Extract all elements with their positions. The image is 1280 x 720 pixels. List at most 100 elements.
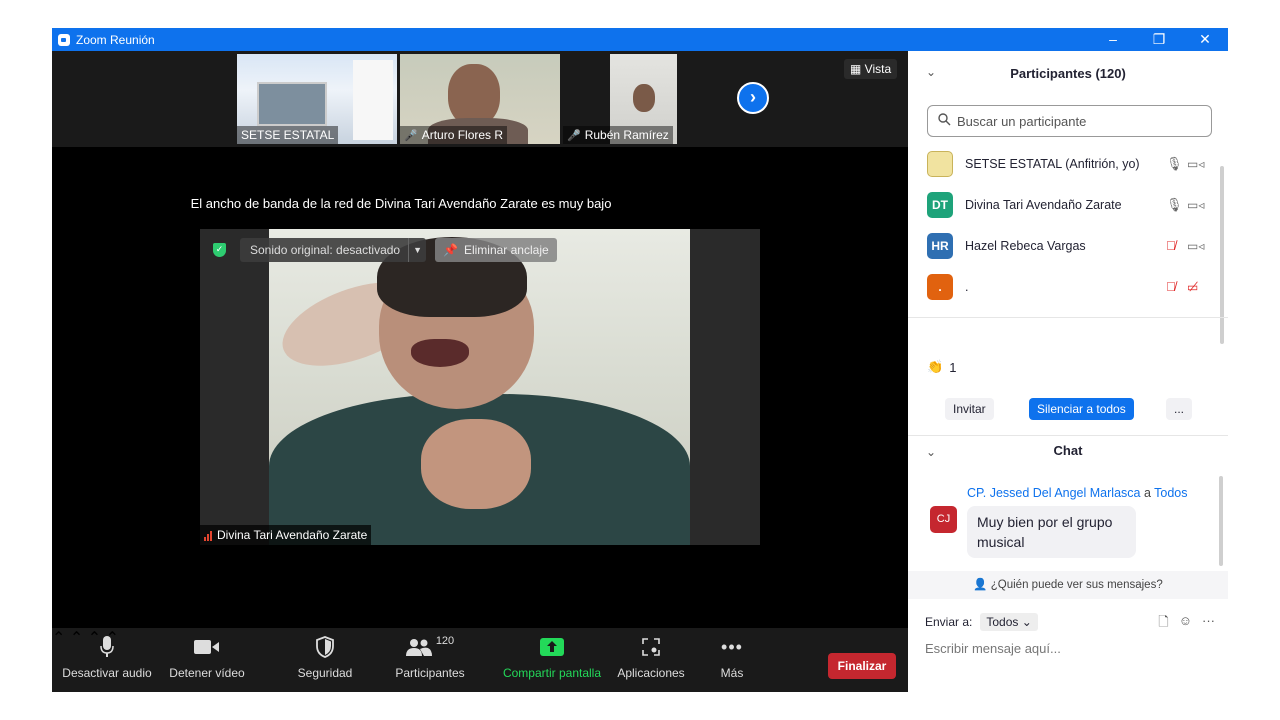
avatar — [927, 314, 953, 315]
clap-icon: 👏 — [927, 359, 944, 374]
person-face — [633, 84, 655, 112]
avatar: DT — [927, 191, 953, 218]
participant-row[interactable] — [908, 307, 1218, 315]
restore-button[interactable]: ❐ — [1136, 28, 1182, 51]
thumbnail-setse[interactable]: SETSE ESTATAL — [237, 54, 397, 144]
file-icon[interactable]: 🗋 — [1158, 613, 1168, 635]
view-button[interactable]: ▦ Vista — [844, 59, 898, 79]
share-screen-button[interactable]: Compartir pantalla — [500, 628, 604, 692]
divider — [908, 435, 1228, 436]
zoom-app-icon — [58, 33, 70, 46]
more-button[interactable]: ••• Más — [707, 628, 757, 692]
divider — [908, 317, 1228, 318]
zoom-window: Zoom Reunión – ❐ ✕ SETSE ESTATAL 🎤 Arturo… — [52, 28, 1228, 692]
shield-icon — [285, 628, 365, 666]
mute-audio-button[interactable]: Desactivar audio — [62, 628, 152, 692]
participants-button[interactable]: 120 Participantes — [390, 628, 470, 692]
participants-icon: 120 — [390, 628, 470, 666]
send-to-row: Enviar a: Todos ⌄ 🗋 ☺ ··· — [925, 611, 1215, 633]
pin-icon: 📌 — [443, 243, 458, 257]
video-camera-icon[interactable]: ▭◃ — [1187, 198, 1204, 212]
minimize-button[interactable]: – — [1090, 28, 1136, 51]
original-sound-toggle[interactable]: Sonido original: desactivado ▼ — [240, 238, 427, 262]
participants-count: 120 — [435, 635, 455, 647]
thumbnail-strip: SETSE ESTATAL 🎤 Arturo Flores R 🎤 Rubén Ra… — [52, 51, 908, 147]
video-off-icon[interactable]: ▭̸ — [1187, 280, 1198, 294]
avatar: CJ — [930, 506, 957, 533]
speaker-name-label: Divina Tari Avendaño Zarate — [200, 525, 372, 545]
chat-message-bubble: Muy bien por el grupo musical — [967, 506, 1136, 558]
signal-bars-icon — [204, 530, 212, 541]
video-camera-icon — [167, 628, 247, 666]
chat-message-input[interactable]: Escribir mensaje aquí... — [925, 641, 1061, 656]
encryption-shield-icon: ✓ — [213, 243, 226, 257]
participants-header: ⌄ Participantes (120) — [908, 51, 1228, 97]
end-meeting-button[interactable]: Finalizar — [828, 653, 896, 679]
thumbnail-arturo[interactable]: 🎤 Arturo Flores R — [400, 54, 560, 144]
raised-hands: 👏 1 — [927, 359, 957, 375]
chat-header: ⌄ Chat — [908, 443, 1228, 473]
share-screen-icon — [500, 628, 604, 666]
participant-row[interactable]: SETSE ESTATAL (Anfitrión, yo) 🎙 ▭◃ — [908, 143, 1218, 184]
meeting-toolbar: Desactivar audio ⌃ Detener vídeo ⌃ Segur… — [52, 628, 908, 692]
video-camera-icon[interactable]: ▭◃ — [1187, 239, 1204, 253]
video-area: SETSE ESTATAL 🎤 Arturo Flores R 🎤 Rubén Ra… — [52, 51, 908, 628]
user-info-icon: 👤 — [973, 579, 991, 591]
shared-screen-preview — [257, 82, 327, 126]
grid-icon: ▦ — [850, 62, 865, 76]
chevron-down-icon[interactable]: ▼ — [408, 238, 426, 262]
avatar — [927, 150, 953, 177]
speaker-video-frame — [269, 229, 690, 545]
avatar: HR — [927, 232, 953, 259]
stop-video-button[interactable]: Detener vídeo — [167, 628, 247, 692]
mute-all-button[interactable]: Silenciar a todos — [1029, 398, 1134, 420]
who-can-see-messages[interactable]: 👤 ¿Quién puede ver sus mensajes? — [908, 571, 1228, 599]
video-camera-icon[interactable]: ▭◃ — [1187, 157, 1204, 171]
thumbnail-name: 🎤 Arturo Flores R — [400, 126, 508, 144]
emoji-icon[interactable]: ☺ — [1179, 613, 1192, 635]
speaker-mouth — [411, 339, 469, 367]
chat-title: Chat — [1053, 443, 1083, 458]
more-dots-icon[interactable]: ··· — [1202, 613, 1215, 635]
participant-list: SETSE ESTATAL (Anfitrión, yo) 🎙 ▭◃ DT Di… — [908, 143, 1218, 315]
window-controls: – ❐ ✕ — [1090, 28, 1228, 51]
apps-button[interactable]: Aplicaciones — [610, 628, 692, 692]
microphone-icon[interactable]: 🎙 — [1166, 197, 1183, 213]
avatar: . — [927, 273, 953, 300]
person-face — [448, 64, 500, 126]
more-dots-icon: ••• — [721, 636, 743, 657]
thumbnail-ruben[interactable]: 🎤 Rubén Ramírez — [563, 54, 723, 144]
chevron-right-icon[interactable]: › — [737, 82, 769, 114]
mic-muted-icon[interactable]: 🎙̸ — [1166, 238, 1176, 253]
mic-muted-icon: 🎤 — [404, 129, 418, 142]
window-title: Zoom Reunión — [76, 32, 155, 47]
unpin-button[interactable]: 📌 Eliminar anclaje — [435, 238, 557, 262]
participant-row[interactable]: HR Hazel Rebeca Vargas 🎙̸ ▭◃ — [908, 225, 1218, 266]
thumbnail-name: SETSE ESTATAL — [237, 126, 339, 144]
invite-button[interactable]: Invitar — [945, 398, 994, 420]
microphone-icon — [62, 628, 152, 666]
main-video[interactable]: ✓ Sonido original: desactivado ▼ 📌 Elimi… — [200, 229, 760, 545]
side-panel: ⌄ Participantes (120) Buscar un particip… — [908, 51, 1228, 692]
microphone-icon[interactable]: 🎙 — [1166, 156, 1183, 172]
title-bar: Zoom Reunión – ❐ ✕ — [52, 28, 1228, 51]
participant-search-input[interactable]: Buscar un participante — [927, 105, 1212, 137]
participants-title: Participantes (120) — [1010, 66, 1126, 81]
participant-row[interactable]: DT Divina Tari Avendaño Zarate 🎙 ▭◃ — [908, 184, 1218, 225]
apps-icon — [610, 628, 692, 666]
security-button[interactable]: Seguridad — [285, 628, 365, 692]
speaker-hands — [421, 419, 531, 509]
search-icon — [938, 113, 951, 129]
mic-muted-icon: 🎤 — [567, 129, 581, 142]
thumbnail-name: 🎤 Rubén Ramírez — [563, 126, 673, 144]
chat-scrollbar[interactable] — [1219, 476, 1223, 566]
send-to-select[interactable]: Todos ⌄ — [980, 613, 1038, 631]
bandwidth-warning: El ancho de banda de la red de Divina Ta… — [190, 196, 612, 211]
chat-actions: 🗋 ☺ ··· — [1158, 613, 1215, 635]
shared-doc-preview — [353, 60, 393, 140]
chat-message-sender: CP. Jessed Del Angel Marlasca a Todos — [967, 486, 1188, 500]
mic-muted-icon[interactable]: 🎙̸ — [1166, 279, 1176, 294]
close-button[interactable]: ✕ — [1182, 28, 1228, 51]
participant-row[interactable]: . . 🎙̸ ▭̸ — [908, 266, 1218, 307]
more-options-button[interactable]: ... — [1166, 398, 1193, 420]
